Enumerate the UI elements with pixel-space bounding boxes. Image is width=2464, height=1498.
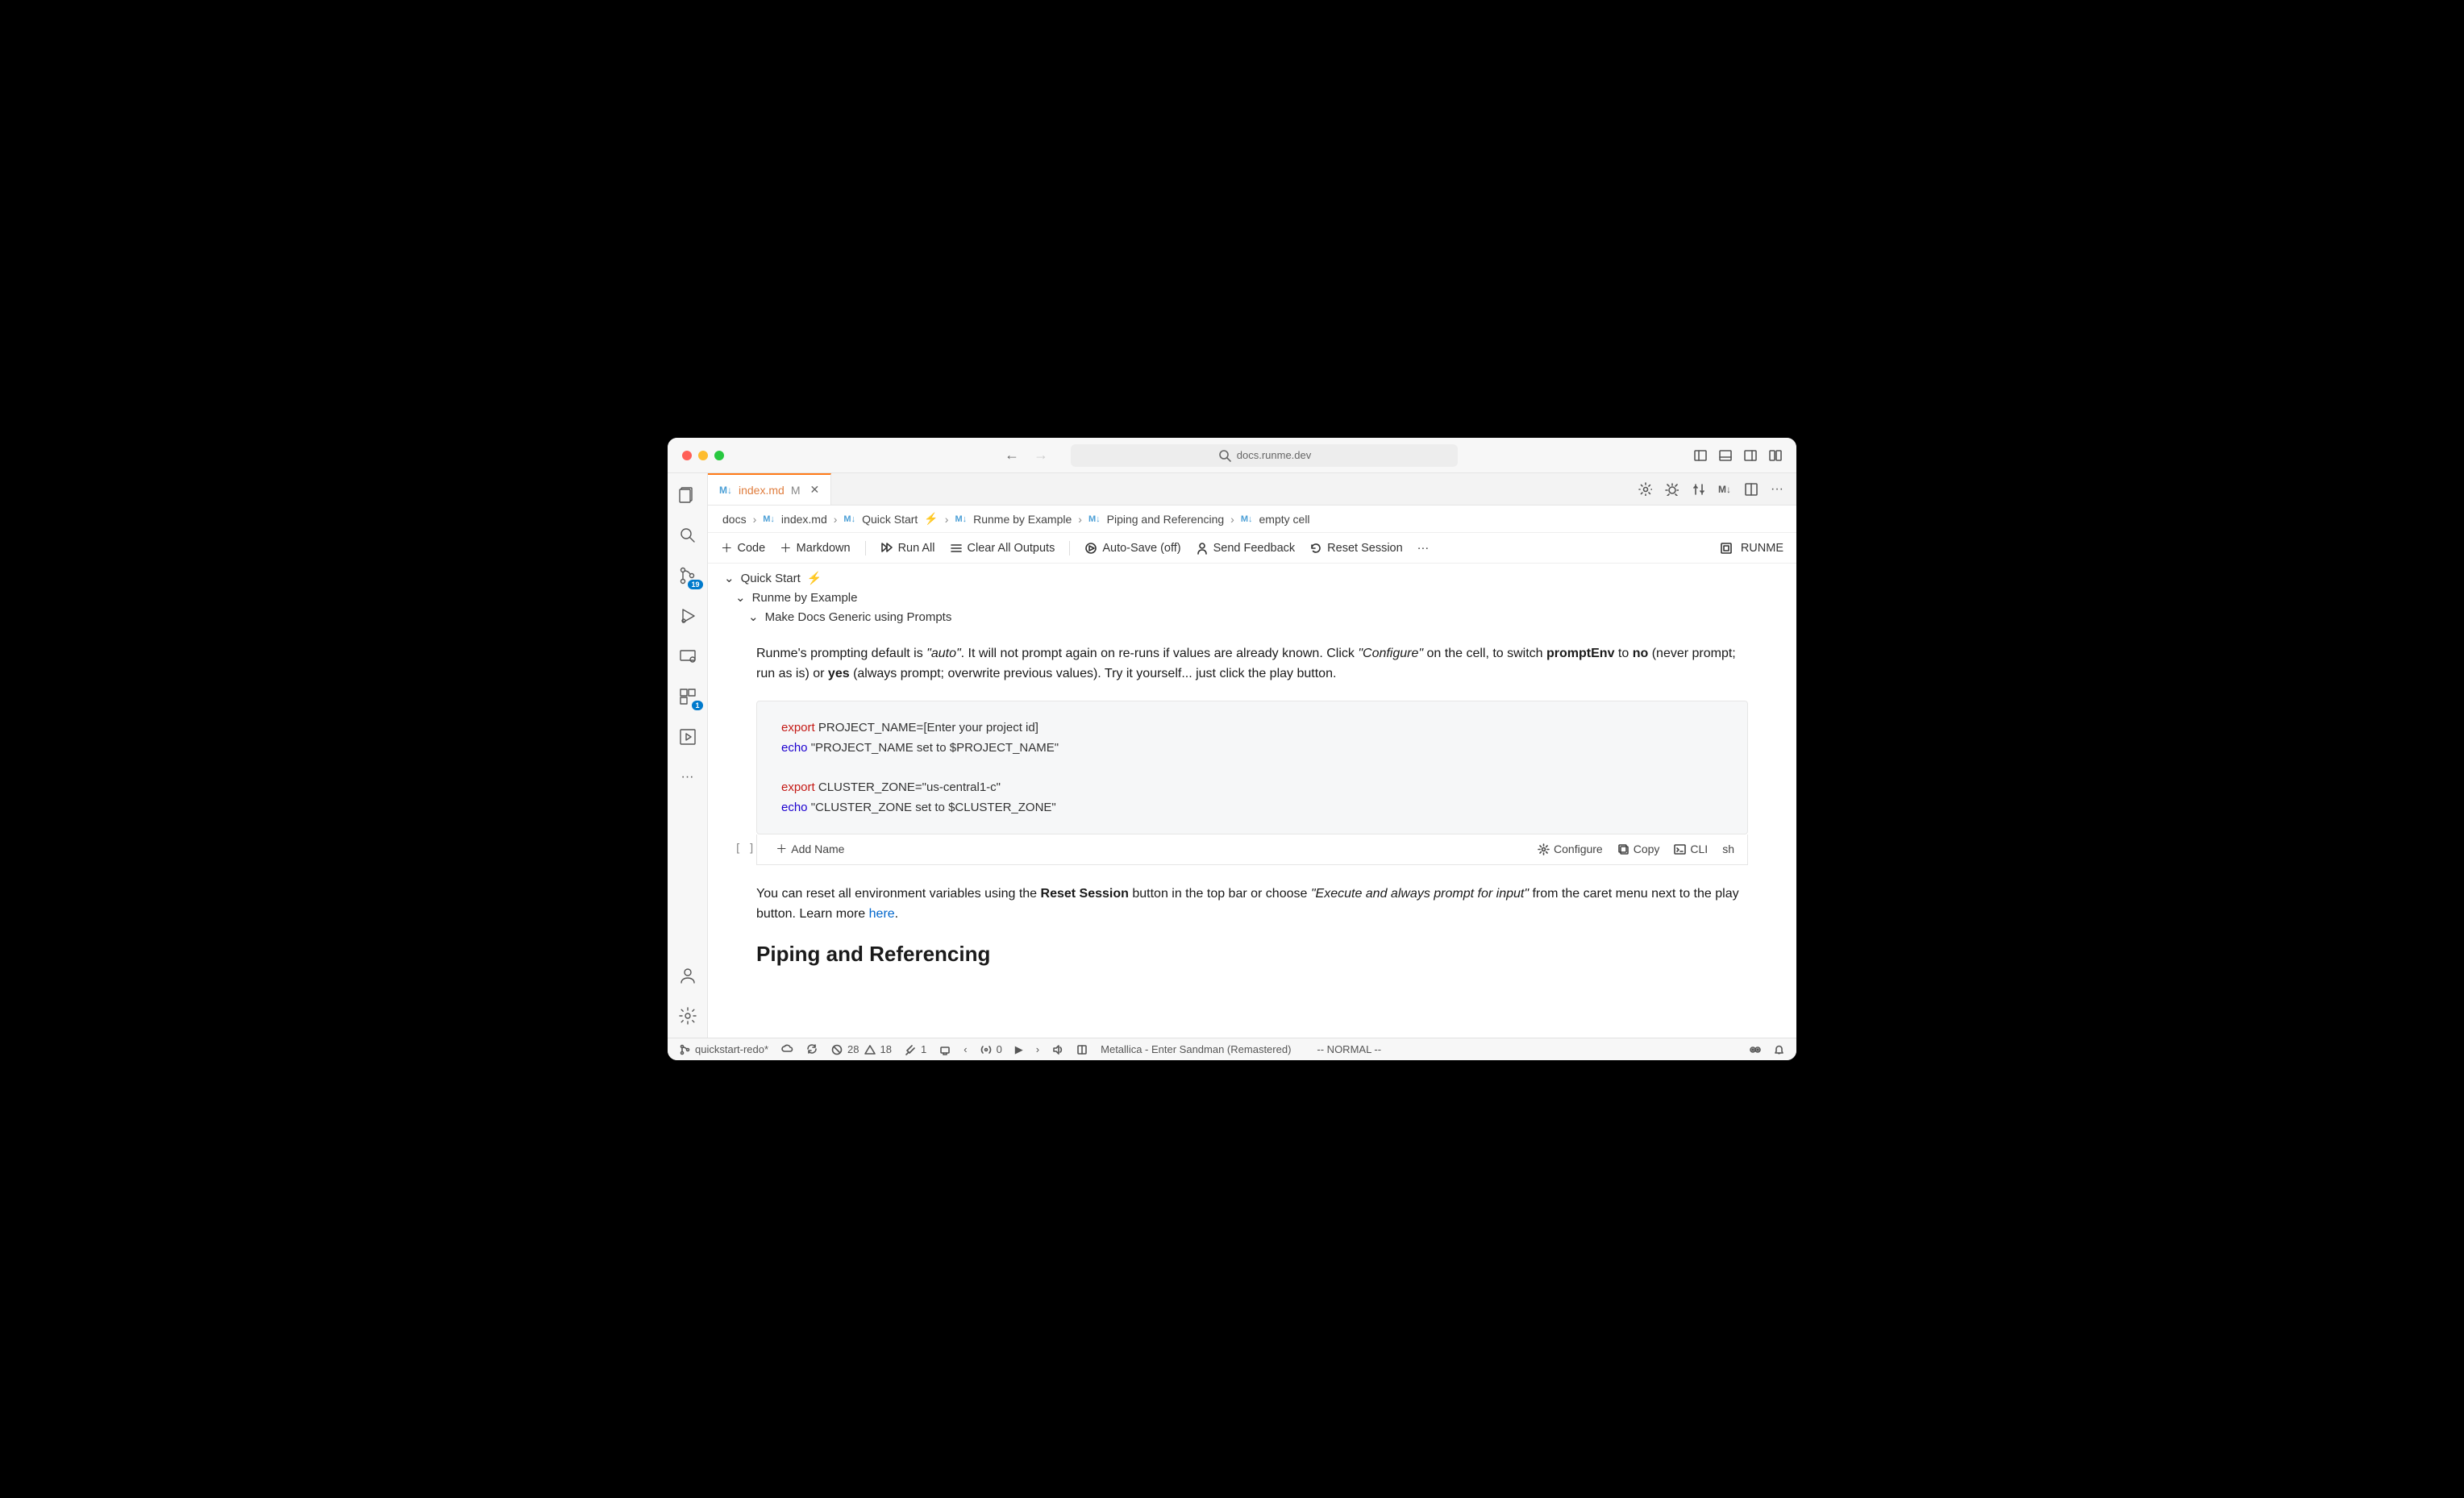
cli-button[interactable]: CLI <box>1674 841 1708 859</box>
split-icon[interactable] <box>1744 482 1758 496</box>
vim-mode: -- NORMAL -- <box>1317 1043 1381 1055</box>
panel-right-icon[interactable] <box>1743 448 1757 462</box>
layout-icon[interactable] <box>1768 448 1782 462</box>
titlebar: ← → docs.runme.dev <box>668 438 1796 473</box>
copy-button[interactable]: Copy <box>1617 841 1660 859</box>
chevron-left-icon[interactable]: ‹ <box>964 1043 967 1055</box>
breadcrumb-item[interactable]: index.md <box>781 513 827 526</box>
volume-icon[interactable] <box>1052 1044 1063 1055</box>
activity-bar: 19 1 ··· <box>668 473 708 1038</box>
chevron-down-icon: ⌄ <box>735 590 746 605</box>
code-cell[interactable]: export PROJECT_NAME=[Enter your project … <box>756 701 1748 834</box>
maximize-window[interactable] <box>714 451 724 460</box>
breadcrumb-item[interactable]: Quick Start <box>862 513 918 526</box>
outline-item[interactable]: ⌄Runme by Example <box>724 588 1780 607</box>
notebook-content: Runme's prompting default is "auto". It … <box>708 631 1796 994</box>
remote-icon[interactable] <box>677 646 698 667</box>
add-code-button[interactable]: ＋Code <box>721 539 765 556</box>
send-feedback-button[interactable]: Send Feedback <box>1196 542 1296 555</box>
paragraph: You can reset all environment variables … <box>756 884 1748 925</box>
status-bar: quickstart-redo* 28 18 1 ‹ 0 ▶ › Metalli… <box>668 1038 1796 1060</box>
scm-badge: 19 <box>688 580 702 589</box>
cloud-sync-icon[interactable] <box>781 1043 793 1055</box>
minimize-window[interactable] <box>698 451 708 460</box>
clear-outputs-button[interactable]: Clear All Outputs <box>950 542 1055 555</box>
reset-session-button[interactable]: Reset Session <box>1309 542 1403 555</box>
explorer-icon[interactable] <box>677 485 698 506</box>
account-icon[interactable] <box>677 965 698 986</box>
settings-gear-icon[interactable] <box>677 1005 698 1026</box>
configure-button[interactable]: Configure <box>1538 841 1603 859</box>
now-playing[interactable]: Metallica - Enter Sandman (Remastered) <box>1101 1043 1291 1055</box>
more-icon[interactable]: ··· <box>677 767 698 788</box>
markdown-icon: M↓ <box>719 485 732 496</box>
tab-modified: M <box>791 484 801 497</box>
outline: ⌄Quick Start ⚡ ⌄Runme by Example ⌄Make D… <box>708 564 1796 631</box>
radio-status[interactable]: 0 <box>980 1043 1002 1055</box>
bug-icon[interactable] <box>1665 482 1679 496</box>
book-icon[interactable] <box>1076 1044 1088 1055</box>
tab-index-md[interactable]: M↓ index.md M ✕ <box>708 473 831 505</box>
git-branch[interactable]: quickstart-redo* <box>679 1043 768 1055</box>
learn-more-link[interactable]: here <box>869 907 895 921</box>
titlebar-actions <box>1693 448 1782 462</box>
search-icon[interactable] <box>677 525 698 546</box>
compare-icon[interactable] <box>1692 482 1705 496</box>
extensions-icon[interactable]: 1 <box>677 686 698 707</box>
run-all-button[interactable]: Run All <box>880 542 935 555</box>
toolbar-more-icon[interactable]: ··· <box>1417 542 1430 555</box>
chevron-right-icon[interactable]: › <box>1036 1043 1039 1055</box>
search-icon <box>1217 448 1232 463</box>
outline-item[interactable]: ⌄Quick Start ⚡ <box>724 568 1780 588</box>
copilot-icon[interactable] <box>1749 1043 1762 1056</box>
add-name-button[interactable]: ＋Add Name <box>776 841 844 859</box>
add-markdown-button[interactable]: ＋Markdown <box>780 539 850 556</box>
panel-bottom-icon[interactable] <box>1718 448 1732 462</box>
zap-icon: ⚡ <box>807 571 822 585</box>
chevron-down-icon: ⌄ <box>748 610 759 624</box>
nav-back-icon[interactable]: ← <box>1005 447 1019 464</box>
url-text: docs.runme.dev <box>1237 449 1312 461</box>
nav-arrows: ← → <box>1005 447 1048 464</box>
url-bar[interactable]: docs.runme.dev <box>1071 444 1458 467</box>
ext-badge: 1 <box>692 701 702 710</box>
breadcrumb-item[interactable]: Runme by Example <box>973 513 1072 526</box>
window-controls <box>682 451 724 460</box>
problems[interactable]: 28 18 <box>831 1043 892 1055</box>
chevron-down-icon: ⌄ <box>724 571 735 585</box>
tab-close-icon[interactable]: ✕ <box>810 483 819 497</box>
editor-area: M↓ index.md M ✕ M↓ ··· docs› M↓index.md› <box>708 473 1796 1038</box>
breadcrumb[interactable]: docs› M↓index.md› M↓Quick Start⚡› M↓Runm… <box>708 506 1796 533</box>
runme-brand[interactable]: RUNME <box>1720 542 1783 555</box>
paragraph: Runme's prompting default is "auto". It … <box>756 644 1748 685</box>
run-debug-icon[interactable] <box>677 605 698 626</box>
close-window[interactable] <box>682 451 692 460</box>
breadcrumb-item[interactable]: docs <box>722 513 747 526</box>
cell-execution-count: [ ] <box>735 841 755 859</box>
play-square-icon[interactable] <box>677 726 698 747</box>
play-icon[interactable]: ▶ <box>1015 1043 1023 1056</box>
gear-icon[interactable] <box>1638 482 1652 496</box>
nav-forward-icon[interactable]: → <box>1034 447 1048 464</box>
zap-icon: ⚡ <box>924 512 938 526</box>
more-actions-icon[interactable]: ··· <box>1771 482 1783 497</box>
cell-footer: [ ] ＋Add Name Configure Copy CLI sh <box>756 834 1748 866</box>
panel-left-icon[interactable] <box>1693 448 1707 462</box>
section-heading: Piping and Referencing <box>756 938 1748 970</box>
app-window: ← → docs.runme.dev 19 1 ··· <box>668 438 1796 1060</box>
outline-item[interactable]: ⌄Make Docs Generic using Prompts <box>724 607 1780 626</box>
tab-bar: M↓ index.md M ✕ M↓ ··· <box>708 473 1796 506</box>
sync-icon[interactable] <box>806 1043 818 1055</box>
port-icon[interactable] <box>939 1044 951 1055</box>
bell-icon[interactable] <box>1773 1043 1785 1055</box>
cell-language[interactable]: sh <box>1722 841 1734 859</box>
breadcrumb-item[interactable]: Piping and Referencing <box>1107 513 1225 526</box>
tab-filename: index.md <box>739 484 785 497</box>
breadcrumb-item[interactable]: empty cell <box>1259 513 1310 526</box>
notebook-toolbar: ＋Code ＋Markdown Run All Clear All Output… <box>708 533 1796 564</box>
source-control-icon[interactable]: 19 <box>677 565 698 586</box>
autosave-button[interactable]: Auto-Save (off) <box>1084 542 1180 555</box>
fix-count[interactable]: 1 <box>905 1043 926 1055</box>
markdown-label[interactable]: M↓ <box>1718 484 1731 495</box>
